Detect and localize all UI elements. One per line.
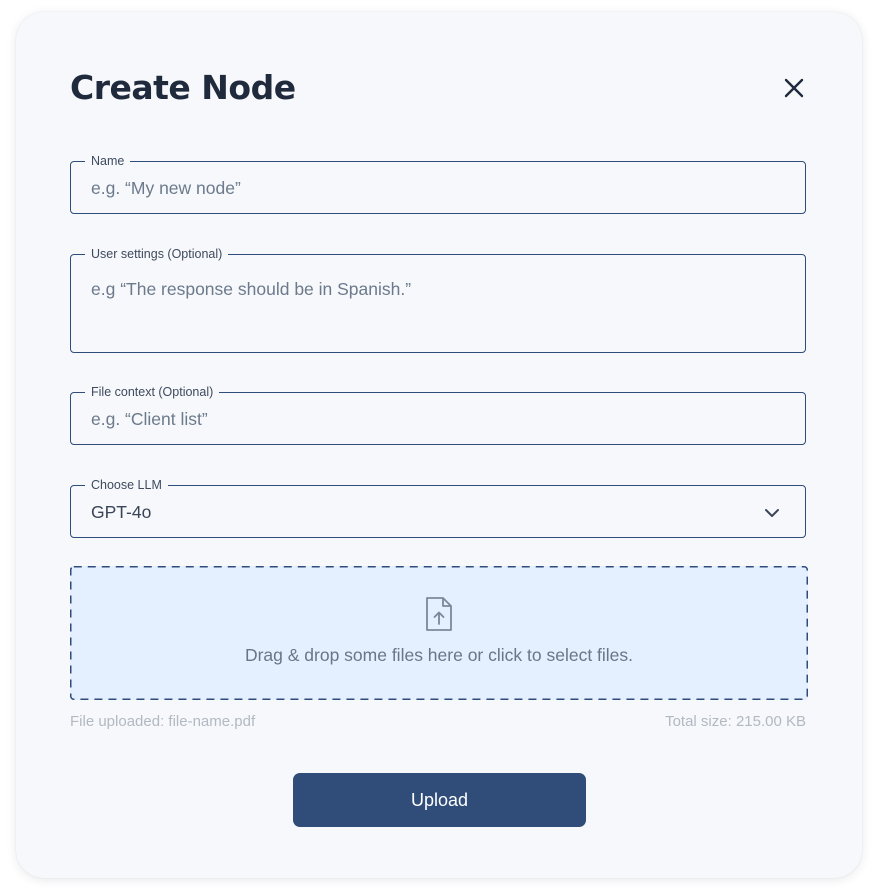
close-button[interactable] [778, 72, 810, 104]
choose-llm-value: GPT-4o [91, 502, 152, 522]
close-icon [784, 78, 804, 98]
name-field-placeholder: e.g. “My new node” [91, 178, 241, 198]
dropzone-instructions: Drag & drop some files here or click to … [244, 645, 634, 665]
total-size-text: Total size: 215.00 KB [665, 713, 806, 730]
dialog-title: Create Node [70, 68, 296, 107]
user-settings-field-label: User settings (Optional) [85, 246, 229, 262]
choose-llm-label: Choose LLM [85, 477, 168, 493]
file-upload-icon [426, 597, 452, 631]
chevron-down-icon [765, 509, 779, 517]
create-node-dialog [16, 12, 862, 878]
user-settings-field-placeholder: e.g “The response should be in Spanish.” [91, 279, 412, 299]
choose-llm-select[interactable]: Choose LLM GPT-4o [70, 477, 806, 538]
file-context-field-placeholder: e.g. “Client list” [91, 409, 208, 429]
upload-button[interactable]: Upload [293, 773, 586, 827]
file-dropzone[interactable] [70, 566, 808, 700]
file-uploaded-text: File uploaded: file-name.pdf [70, 713, 256, 730]
file-context-field[interactable]: File context (Optional) e.g. “Client lis… [70, 384, 806, 445]
user-settings-field[interactable]: User settings (Optional) e.g “The respon… [70, 246, 806, 353]
name-field-label: Name [85, 153, 131, 169]
name-field[interactable]: Name e.g. “My new node” [70, 153, 806, 214]
file-context-field-label: File context (Optional) [85, 384, 220, 400]
